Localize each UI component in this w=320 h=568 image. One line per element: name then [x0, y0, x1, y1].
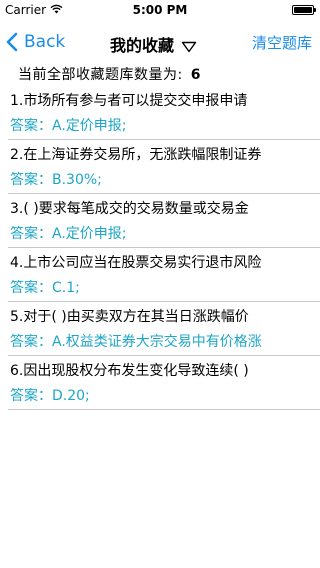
- list-item[interactable]: 1.市场所有参与者可以提交交申报申请 答案：A.定价申报;: [0, 86, 320, 140]
- list-item[interactable]: 6.因出现股权分布发生变化导致连续( ) 答案：D.20;: [0, 356, 320, 410]
- title-dropdown[interactable]: 我的收藏: [110, 32, 197, 56]
- answer-text: 答案：D.20;: [10, 388, 90, 404]
- answer-text: 答案：B.30%;: [10, 172, 102, 188]
- clear-bank-button[interactable]: 清空题库: [252, 32, 312, 53]
- status-bar: Carrier 5:00 PM: [0, 0, 320, 20]
- status-time: 5:00 PM: [132, 3, 188, 17]
- answer-text: 答案：C.1;: [10, 280, 80, 296]
- chevron-left-icon: [6, 32, 18, 52]
- answer-text: 答案：A.定价申报;: [10, 118, 127, 134]
- question-text: 3.( )要求每笔成交的交易数量或交易金: [10, 201, 249, 217]
- answer-text: 答案：A.权益类证券大宗交易中有价格涨: [10, 334, 262, 350]
- favorites-list: 1.市场所有参与者可以提交交申报申请 答案：A.定价申报; 2.在上海证券交易所…: [0, 86, 320, 410]
- list-item[interactable]: 2.在上海证券交易所，无涨跌幅限制证券 答案：B.30%;: [0, 140, 320, 194]
- question-text: 2.在上海证券交易所，无涨跌幅限制证券: [10, 147, 262, 163]
- battery-nub: [314, 8, 316, 12]
- battery-fill: [294, 7, 312, 13]
- question-text: 1.市场所有参与者可以提交交申报申请: [10, 93, 248, 109]
- screen: Carrier 5:00 PM Back 我的收藏 清空题库 当前全部收藏题库数…: [0, 0, 320, 568]
- question-text: 6.因出现股权分布发生变化导致连续( ): [10, 363, 249, 379]
- list-item[interactable]: 4.上市公司应当在股票交易实行退市风险 答案：C.1;: [0, 248, 320, 302]
- count-value: 6: [190, 67, 201, 83]
- back-button[interactable]: Back: [6, 30, 65, 54]
- triangle-down-icon: [181, 38, 197, 53]
- favorites-count-header: 当前全部收藏题库数量为: 6: [0, 64, 320, 86]
- count-label: 当前全部收藏题库数量为:: [18, 67, 183, 83]
- page-title: 我的收藏: [110, 36, 175, 55]
- answer-text: 答案：A.定价申报;: [10, 226, 127, 242]
- question-text: 4.上市公司应当在股票交易实行退市风险: [10, 255, 262, 271]
- question-text: 5.对于( )由买卖双方在其当日涨跌幅价: [10, 309, 249, 325]
- list-item[interactable]: 5.对于( )由买卖双方在其当日涨跌幅价 答案：A.权益类证券大宗交易中有价格涨: [0, 302, 320, 356]
- list-item[interactable]: 3.( )要求每笔成交的交易数量或交易金 答案：A.定价申报;: [0, 194, 320, 248]
- battery-icon: [292, 5, 316, 15]
- navigation-bar: Back 我的收藏 清空题库: [0, 20, 320, 64]
- back-label: Back: [24, 32, 66, 52]
